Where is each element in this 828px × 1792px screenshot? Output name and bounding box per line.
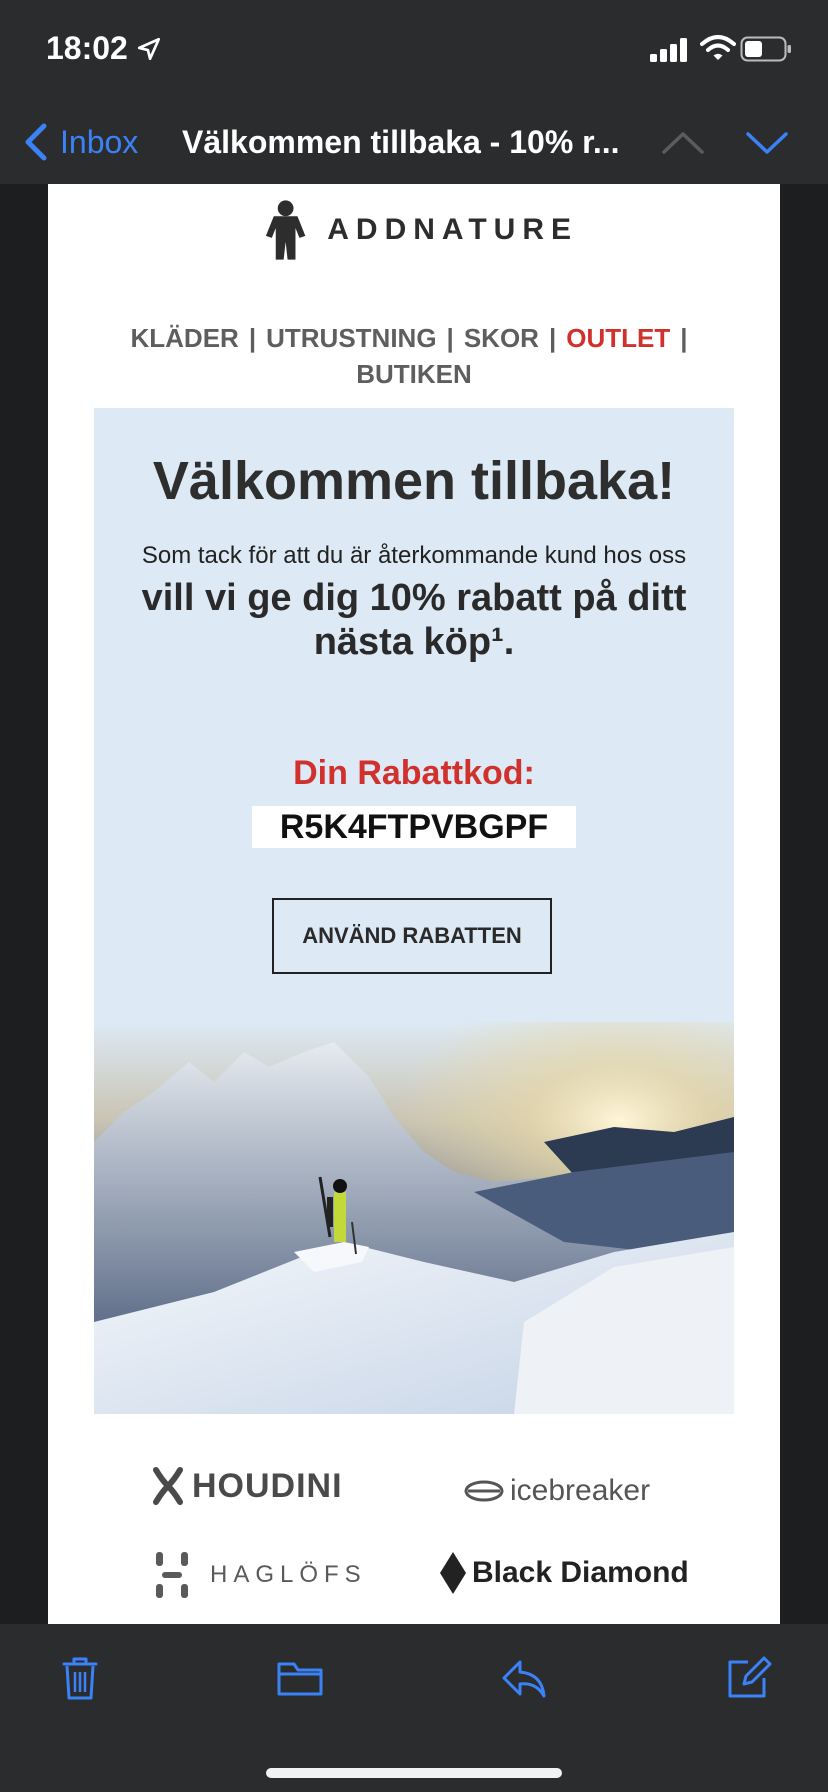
- folder-icon[interactable]: [276, 1654, 324, 1702]
- bigfoot-logo-icon: [265, 200, 306, 260]
- menu-separator: |: [680, 323, 688, 353]
- mail-toolbar: [0, 1624, 828, 1792]
- menu-utrustning[interactable]: UTRUSTNING: [266, 323, 436, 353]
- haglofs-logo-icon: [156, 1552, 188, 1598]
- reply-icon[interactable]: [500, 1654, 548, 1702]
- category-menu: KLÄDER | UTRUSTNING | SKOR | OUTLET | BUTIKEN: [88, 320, 740, 392]
- brand-black-diamond-logo[interactable]: Black Diamond: [438, 1550, 689, 1596]
- brand-icebreaker-logo[interactable]: icebreaker: [464, 1474, 650, 1508]
- menu-separator: |: [248, 323, 257, 353]
- discount-code: R5K4FTPVBGPF: [252, 806, 576, 848]
- black-diamond-logo-icon: [440, 1552, 466, 1594]
- back-button[interactable]: Inbox: [22, 118, 138, 166]
- menu-skor[interactable]: SKOR: [464, 323, 539, 353]
- status-bar: 18:02: [0, 0, 828, 100]
- menu-outlet[interactable]: OUTLET: [566, 323, 670, 353]
- mountain-skier-image[interactable]: [94, 1022, 734, 1414]
- brand-black-diamond-name: Black Diamond: [472, 1556, 689, 1589]
- chevron-up-icon[interactable]: [660, 126, 706, 160]
- brand-name: ADDNATURE: [327, 213, 578, 246]
- houdini-logo-icon: [153, 1467, 183, 1505]
- back-label: Inbox: [60, 123, 139, 160]
- battery-icon: [740, 36, 791, 62]
- status-time: 18:02: [46, 30, 128, 66]
- wifi-icon: [700, 35, 736, 60]
- welcome-hero: Välkommen tillbaka! Som tack för att du …: [94, 408, 734, 1414]
- menu-separator: |: [548, 323, 557, 353]
- menu-kläder[interactable]: KLÄDER: [130, 323, 238, 353]
- signal-icon: [650, 38, 687, 62]
- home-indicator[interactable]: [266, 1768, 562, 1778]
- chevron-left-icon: [25, 123, 47, 161]
- menu-butiken[interactable]: BUTIKEN: [356, 359, 472, 389]
- discount-code-label: Din Rabattkod:: [293, 754, 535, 792]
- location-icon: [137, 37, 161, 61]
- brand-icebreaker-name: icebreaker: [510, 1474, 651, 1507]
- brand-houdini-name: HOUDINI: [192, 1466, 343, 1505]
- trash-icon[interactable]: [56, 1654, 104, 1702]
- apply-discount-button[interactable]: ANVÄND RABATTEN: [272, 898, 552, 974]
- email-body: ADDNATURE KLÄDER | UTRUSTNING | SKOR | OUTLET |…: [48, 184, 780, 1624]
- brand-haglofs-logo[interactable]: HAGLÖFS: [152, 1550, 367, 1600]
- compose-icon[interactable]: [724, 1654, 772, 1702]
- email-subject: Välkommen tillbaka - 10% r...: [182, 124, 620, 160]
- brand-logo[interactable]: ADDNATURE: [258, 194, 578, 266]
- menu-separator: |: [446, 323, 454, 353]
- nav-bar: Inbox Välkommen tillbaka - 10% r...: [0, 100, 828, 184]
- hero-subtitle: Som tack för att du är återkommande kund…: [141, 542, 687, 569]
- chevron-down-icon[interactable]: [744, 126, 790, 160]
- icebreaker-logo-icon: [464, 1480, 504, 1502]
- hero-offer: vill vi ge dig 10% rabatt på ditt nästa …: [141, 577, 687, 663]
- brand-haglofs-name: HAGLÖFS: [210, 1561, 367, 1588]
- brand-houdini-logo[interactable]: HOUDINI: [148, 1466, 343, 1506]
- hero-title: Välkommen tillbaka!: [152, 451, 676, 511]
